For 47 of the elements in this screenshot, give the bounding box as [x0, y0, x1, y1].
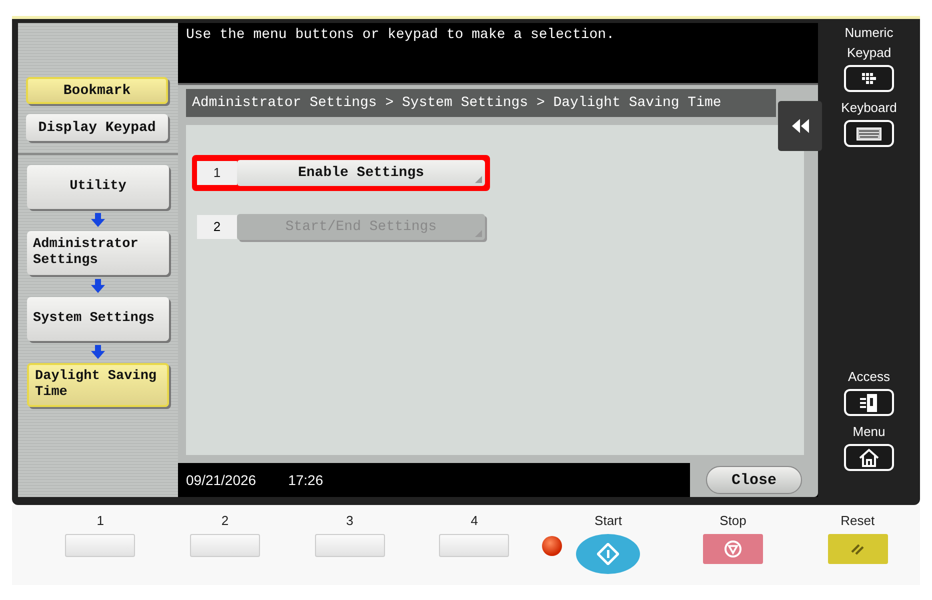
function-key[interactable]	[439, 534, 510, 557]
side-key-label: Numeric Keypad	[844, 24, 894, 62]
menu-path-button[interactable]: Utility	[27, 165, 169, 209]
reset-button[interactable]	[828, 534, 888, 564]
key-label: Start	[594, 513, 622, 528]
close-button[interactable]: Close	[706, 466, 802, 494]
keypad-icon	[862, 72, 876, 84]
key-label: 4	[470, 513, 478, 528]
access-icon	[858, 392, 880, 414]
diamond-icon	[597, 543, 620, 565]
down-arrow-icon	[91, 279, 105, 293]
collapse-icon[interactable]	[778, 101, 822, 151]
side-key-label: Keyboard	[840, 99, 898, 117]
function-key[interactable]	[65, 534, 136, 557]
key-label: Reset	[840, 513, 875, 528]
stop-icon	[724, 540, 742, 558]
menu-path-button[interactable]: Daylight Saving Time	[27, 363, 169, 407]
function-key[interactable]	[314, 534, 385, 557]
shortcut-button[interactable]: Bookmark	[26, 77, 168, 104]
status-led-icon	[541, 535, 564, 557]
option-number: 2	[197, 215, 237, 239]
keyboard-icon	[856, 126, 882, 140]
key-label: 2	[221, 513, 229, 528]
side-key-button[interactable]	[844, 389, 894, 416]
option-number: 1	[197, 161, 237, 185]
breadcrumb-bar: Administrator Settings > System Settings > Daylight Saving Time	[186, 89, 776, 117]
menu-path-button[interactable]: Administrator Settings	[27, 231, 169, 275]
down-arrow-icon	[91, 213, 105, 227]
date-text: 09/21/2026	[186, 472, 256, 488]
function-key[interactable]	[190, 534, 260, 557]
key-label: 3	[346, 513, 354, 528]
reset-icon	[850, 542, 866, 556]
stop-button[interactable]	[702, 534, 763, 564]
key-label: 1	[96, 513, 104, 528]
side-key-label: Access	[847, 368, 891, 386]
down-arrow-icon	[91, 345, 105, 359]
side-key-label: Menu	[852, 423, 886, 441]
side-key-button[interactable]	[844, 120, 894, 147]
option-button[interactable]: Enable Settings	[237, 160, 485, 186]
instruction-text: Use the menu buttons or keypad to make a selection.	[186, 27, 614, 43]
side-key-button[interactable]	[844, 444, 894, 471]
side-key-button[interactable]	[844, 65, 894, 92]
shortcut-button[interactable]: Display Keypad	[26, 114, 168, 141]
time-text: 17:26	[288, 472, 324, 488]
home-icon	[858, 448, 880, 468]
menu-path-button[interactable]: System Settings	[27, 297, 169, 341]
key-label: Stop	[720, 513, 746, 528]
